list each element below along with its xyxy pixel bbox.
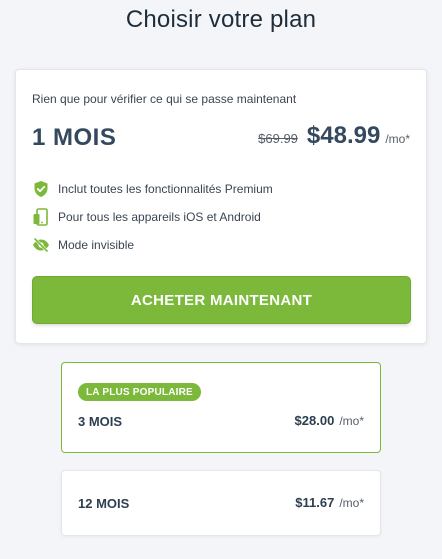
plan-option-price-row: $28.00 /mo* — [295, 413, 364, 428]
plan-option-price-row: $11.67 /mo* — [295, 495, 364, 510]
plan-option-3-months[interactable]: LA PLUS POPULAIRE 3 MOIS $28.00 /mo* — [61, 362, 381, 453]
feature-list: Inclut toutes les fonctionnalités Premiu… — [32, 175, 273, 259]
check-shield-icon — [32, 180, 50, 198]
new-price: $48.99 — [306, 122, 381, 149]
feature-item: Mode invisible — [32, 231, 273, 259]
plan-option-name: 12 MOIS — [78, 496, 130, 511]
feature-item: Pour tous les appareils iOS et Android — [32, 203, 273, 231]
price-row: $69.99 $48.99 /mo* — [258, 122, 410, 150]
feature-label: Mode invisible — [58, 238, 135, 252]
feature-label: Inclut toutes les fonctionnalités Premiu… — [58, 182, 273, 196]
plan-option-price: $11.67 — [295, 495, 335, 510]
old-price: $69.99 — [258, 131, 298, 146]
feature-label: Pour tous les appareils iOS et Android — [58, 210, 261, 224]
price-period: /mo* — [385, 132, 410, 146]
page-title: Choisir votre plan — [125, 6, 317, 33]
plan-name: 1 MOIS — [32, 124, 117, 151]
plan-option-period: /mo* — [339, 414, 364, 428]
devices-icon — [32, 208, 50, 226]
plan-subtitle: Rien que pour vérifier ce qui se passe m… — [32, 92, 297, 106]
popular-badge: LA PLUS POPULAIRE — [78, 383, 201, 401]
eye-off-icon — [32, 236, 50, 254]
buy-now-button[interactable]: ACHETER MAINTENANT — [32, 276, 411, 324]
feature-item: Inclut toutes les fonctionnalités Premiu… — [32, 175, 273, 203]
plan-option-name: 3 MOIS — [78, 414, 123, 429]
plan-option-price: $28.00 — [294, 413, 335, 428]
plan-option-period: /mo* — [339, 496, 364, 510]
plan-option-12-months[interactable]: 12 MOIS $11.67 /mo* — [61, 470, 381, 536]
selected-plan-card: Rien que pour vérifier ce qui se passe m… — [15, 69, 427, 344]
